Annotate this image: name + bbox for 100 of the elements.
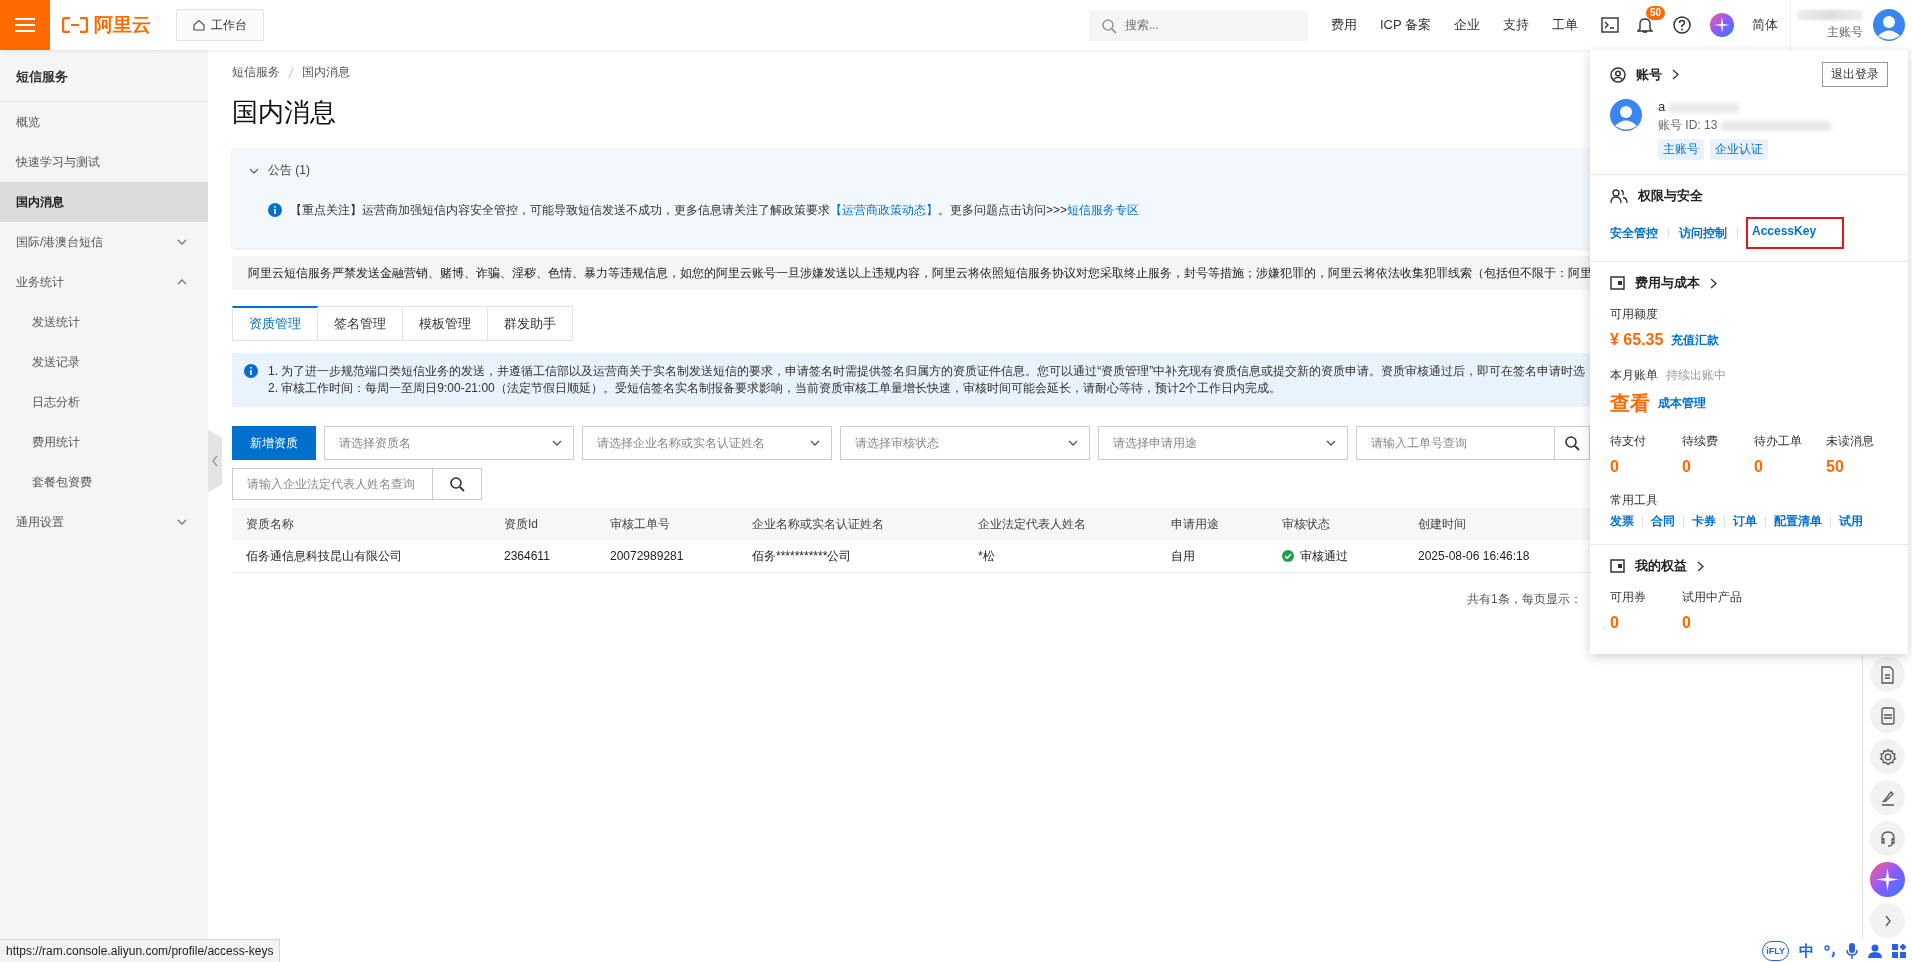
- assistant-icon[interactable]: [1710, 13, 1734, 37]
- chevron-right-icon[interactable]: [1697, 560, 1704, 572]
- logo-text[interactable]: 阿里云: [94, 12, 151, 38]
- assistant-icon[interactable]: [1870, 862, 1905, 897]
- select-field[interactable]: 请选择申请用途: [1098, 426, 1348, 460]
- users-icon: [1610, 188, 1628, 204]
- tab[interactable]: 模板管理: [403, 306, 488, 341]
- ime-mode[interactable]: 中: [1799, 941, 1814, 961]
- tool-link[interactable]: 配置清单: [1774, 513, 1822, 530]
- punctuation-icon[interactable]: [1824, 944, 1836, 958]
- tab[interactable]: 签名管理: [318, 306, 403, 341]
- sidebar-subitem[interactable]: 发送统计: [0, 302, 208, 342]
- stat-value[interactable]: 0: [1610, 614, 1682, 632]
- bell-icon[interactable]: [1637, 16, 1653, 34]
- app-button[interactable]: [1870, 698, 1905, 733]
- tab[interactable]: 群发助手: [488, 306, 573, 341]
- breadcrumb-link[interactable]: 短信服务: [232, 64, 280, 81]
- tool-link[interactable]: 发票: [1610, 513, 1634, 530]
- stat-label: 待办工单: [1754, 433, 1803, 450]
- workbench-button[interactable]: 工作台: [176, 9, 264, 41]
- table-cell: 20072989281: [596, 540, 738, 573]
- stat-value[interactable]: 0: [1682, 458, 1754, 476]
- table-cell: *松: [964, 540, 1157, 573]
- pencil-button[interactable]: [1870, 780, 1905, 815]
- section-title[interactable]: 费用与成本: [1635, 274, 1700, 292]
- sidebar-subitem[interactable]: 发送记录: [0, 342, 208, 382]
- view-link[interactable]: 查看: [1610, 390, 1650, 417]
- announcement-header[interactable]: 公告 (1): [248, 162, 310, 179]
- sidebar-subitem[interactable]: 费用统计: [0, 422, 208, 462]
- user-name: a: [1658, 99, 1666, 114]
- language-link[interactable]: 简体: [1752, 16, 1778, 34]
- add-button[interactable]: 新增资质: [232, 426, 316, 460]
- search-button[interactable]: [1554, 426, 1590, 460]
- section-title[interactable]: 我的权益: [1635, 557, 1687, 575]
- chevron-right-icon[interactable]: [1710, 277, 1717, 289]
- chevron-right-icon: [1883, 914, 1892, 927]
- column-header: 申请用途: [1157, 508, 1268, 540]
- nav-link[interactable]: 支持: [1503, 16, 1529, 34]
- tool-link[interactable]: 订单: [1733, 513, 1757, 530]
- tool-link[interactable]: 合同: [1651, 513, 1675, 530]
- user-icon[interactable]: [1868, 944, 1882, 958]
- table-cell: 佰务通信息科技昆山有限公司: [232, 540, 490, 573]
- terminal-icon[interactable]: [1601, 17, 1619, 33]
- stat-value[interactable]: 0: [1754, 458, 1826, 476]
- sidebar-subitem[interactable]: 套餐包资费: [0, 462, 208, 502]
- stat-label: 未读消息: [1826, 433, 1875, 450]
- breadcrumb-separator-icon: [288, 67, 294, 78]
- search-field[interactable]: 搜索...: [1088, 9, 1308, 41]
- logout-button[interactable]: 退出登录: [1822, 62, 1888, 87]
- microphone-icon[interactable]: [1846, 943, 1858, 959]
- menu-icon: [15, 17, 35, 33]
- collapse-handle[interactable]: [208, 430, 222, 492]
- search-button[interactable]: [432, 468, 482, 500]
- sidebar-item[interactable]: 概览: [0, 102, 208, 142]
- sidebar-item[interactable]: 国际/港澳台短信: [0, 222, 208, 262]
- credit-amount: ¥ 65.35: [1610, 331, 1664, 349]
- nav-link[interactable]: ICP 备案: [1379, 16, 1431, 34]
- help-icon[interactable]: [1673, 16, 1691, 34]
- nav-link[interactable]: 费用: [1330, 16, 1357, 34]
- blurred-username: [1797, 9, 1863, 20]
- cost-link[interactable]: 成本管理: [1658, 395, 1706, 412]
- search-field[interactable]: 请输入企业法定代表人姓名查询: [232, 468, 432, 500]
- chevron-left-icon: [211, 455, 219, 467]
- security-link[interactable]: 安全管控: [1610, 224, 1658, 242]
- stat-value[interactable]: 0: [1682, 614, 1782, 632]
- document-button[interactable]: [1870, 657, 1905, 692]
- section-title: 权限与安全: [1638, 187, 1703, 205]
- menu-button[interactable]: [0, 0, 50, 50]
- account-tag: 企业认证: [1710, 139, 1768, 160]
- stat-value[interactable]: 50: [1826, 458, 1898, 476]
- sidebar-item[interactable]: 快速学习与测试: [0, 142, 208, 182]
- nav-link[interactable]: 企业: [1454, 16, 1480, 34]
- grid-icon[interactable]: [1892, 944, 1906, 958]
- settings-button[interactable]: [1870, 739, 1905, 774]
- select-field[interactable]: 请选择资质名: [324, 426, 574, 460]
- stat-label: 可用券: [1610, 589, 1647, 606]
- headset-button[interactable]: [1870, 821, 1905, 856]
- chevron-right-icon[interactable]: [1672, 69, 1679, 80]
- announcement-link[interactable]: 短信服务专区: [1067, 202, 1140, 217]
- select-field[interactable]: 请选择企业名称或实名认证姓名: [582, 426, 832, 460]
- announcement-link[interactable]: 【运营商政策动态】: [830, 202, 938, 217]
- security-link[interactable]: 访问控制: [1679, 224, 1727, 242]
- security-link[interactable]: AccessKey: [1748, 219, 1843, 247]
- sidebar-subitem[interactable]: 日志分析: [0, 382, 208, 422]
- field-label: 本月账单: [1610, 367, 1658, 384]
- account-role: 主账号: [1827, 23, 1863, 41]
- avatar-icon[interactable]: [1873, 9, 1905, 41]
- sidebar-item[interactable]: 国内消息: [0, 182, 208, 222]
- sidebar-item[interactable]: 通用设置: [0, 502, 208, 542]
- nav-link[interactable]: 工单: [1552, 16, 1578, 34]
- stat-value[interactable]: 0: [1610, 458, 1682, 476]
- search-icon: [449, 476, 465, 492]
- search-field[interactable]: 请输入工单号查询: [1356, 426, 1554, 460]
- section-title[interactable]: 账号: [1636, 65, 1662, 84]
- recharge-link[interactable]: 充值汇款: [1671, 331, 1720, 349]
- select-field[interactable]: 请选择审核状态: [840, 426, 1090, 460]
- sidebar-item[interactable]: 业务统计: [0, 262, 208, 302]
- tool-link[interactable]: 试用: [1839, 513, 1863, 530]
- user-circle-icon: [1610, 66, 1626, 83]
- tab[interactable]: 资质管理: [232, 306, 318, 341]
